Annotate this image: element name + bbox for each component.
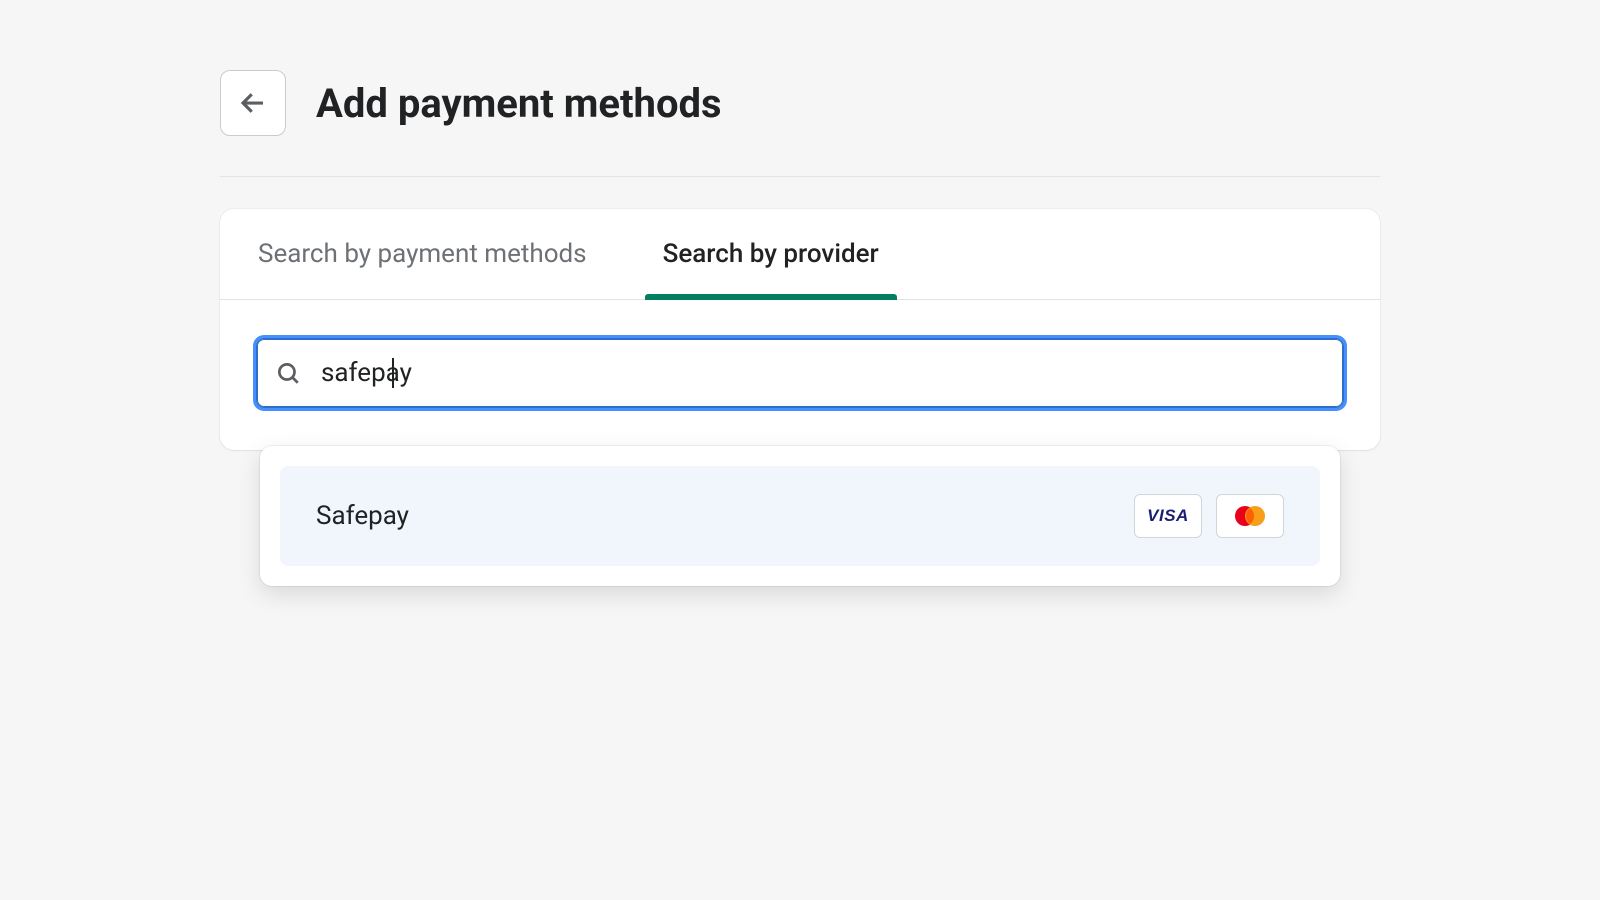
search-area: safepay — [220, 300, 1380, 450]
search-card: Search by payment methods Search by prov… — [220, 209, 1380, 450]
page-container: Add payment methods Search by payment me… — [0, 0, 1600, 450]
search-input-value: safepay — [321, 358, 412, 388]
page-title: Add payment methods — [316, 80, 722, 127]
results-dropdown: Safepay VISA — [260, 446, 1340, 586]
tab-provider[interactable]: Search by provider — [625, 209, 917, 299]
result-item-name: Safepay — [316, 501, 409, 531]
search-icon — [275, 360, 301, 386]
mastercard-icon — [1216, 494, 1284, 538]
tab-payment-methods[interactable]: Search by payment methods — [220, 209, 625, 299]
header-divider — [220, 176, 1380, 177]
card-logos: VISA — [1134, 494, 1284, 538]
visa-icon: VISA — [1134, 494, 1202, 538]
page-header: Add payment methods — [220, 70, 1380, 136]
arrow-left-icon — [238, 88, 268, 118]
search-input[interactable]: safepay — [301, 358, 1325, 388]
result-item-safepay[interactable]: Safepay VISA — [280, 466, 1320, 566]
search-field[interactable]: safepay — [256, 338, 1344, 408]
text-cursor — [392, 358, 394, 388]
tabs-container: Search by payment methods Search by prov… — [220, 209, 1380, 300]
visa-label: VISA — [1147, 506, 1189, 526]
back-button[interactable] — [220, 70, 286, 136]
